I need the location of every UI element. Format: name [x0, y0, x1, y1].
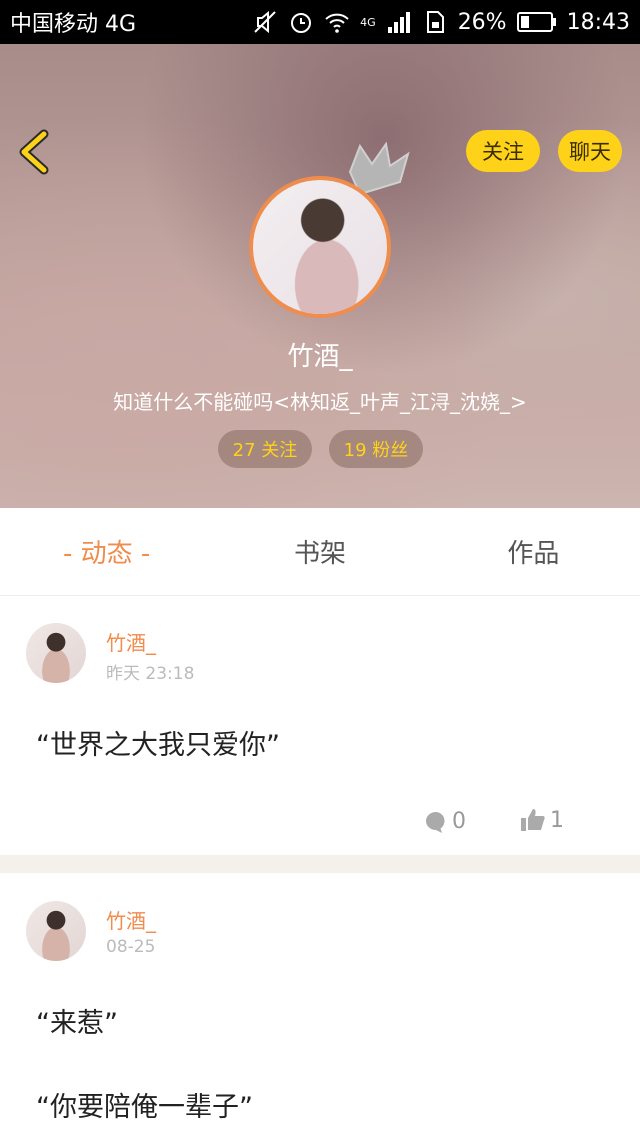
alarm-icon	[291, 13, 312, 33]
mute-icon	[254, 10, 276, 34]
feed-post[interactable]: 竹酒_ 昨天 23:18 “世界之大我只爱你” 0 1	[0, 597, 640, 855]
post-text-line: “你要陪俺一辈子”	[36, 1092, 253, 1123]
status-bar: 中国移动 4G 4G 26% 18:43	[0, 0, 640, 44]
post-text-line: “来惹”	[36, 1008, 118, 1039]
follow-button[interactable]: 关注	[466, 130, 540, 172]
following-count[interactable]: 27 关注	[218, 430, 312, 468]
post-timestamp: 08-25	[106, 937, 156, 957]
carrier-label: 中国移动 4G	[10, 12, 137, 37]
avatar-image	[253, 180, 387, 314]
post-author-avatar[interactable]	[26, 901, 86, 961]
chevron-left-icon	[19, 129, 49, 175]
chat-button[interactable]: 聊天	[558, 130, 622, 172]
back-button[interactable]	[14, 128, 54, 176]
status-icons: 4G 26% 18:43	[252, 9, 630, 35]
profile-tabs: - 动态 - 书架 作品	[0, 508, 640, 596]
network-type-label: 4G	[360, 15, 376, 29]
profile-bio: 知道什么不能碰吗<林知返_叶声_江浔_沈娆_>	[113, 390, 527, 414]
post-author-avatar[interactable]	[26, 623, 86, 683]
clock: 18:43	[566, 9, 630, 35]
wifi-icon	[325, 13, 349, 33]
feed-divider	[0, 855, 640, 873]
fans-count[interactable]: 19 粉丝	[329, 430, 423, 468]
feed-post[interactable]: 竹酒_ 08-25 “来惹” “你要陪俺一辈子”	[0, 873, 640, 1138]
signal-icon	[387, 12, 410, 33]
profile-avatar[interactable]	[249, 176, 391, 318]
tab-activity[interactable]: - 动态 -	[0, 508, 213, 595]
post-timestamp: 昨天 23:18	[106, 664, 195, 684]
comment-button[interactable]: 0	[424, 809, 466, 834]
profile-username: 竹酒_	[287, 342, 353, 372]
comment-icon	[426, 811, 445, 833]
like-count: 1	[550, 807, 564, 833]
post-author-name[interactable]: 竹酒_	[106, 627, 156, 656]
like-button[interactable]: 1	[520, 807, 564, 833]
battery-percent: 26%	[457, 9, 507, 35]
comment-count: 0	[452, 809, 466, 834]
post-author-name[interactable]: 竹酒_	[106, 905, 156, 934]
tab-works[interactable]: 作品	[427, 508, 640, 595]
tab-bookshelf[interactable]: 书架	[213, 508, 426, 595]
profile-header: 关注 聊天 竹酒_ 知道什么不能碰吗<林知返_叶声_江浔_沈娆_> 27 关注 …	[0, 44, 640, 508]
post-text: “世界之大我只爱你”	[36, 730, 280, 761]
battery-icon	[516, 12, 556, 32]
sim-icon	[426, 11, 444, 33]
thumbs-up-icon	[521, 809, 545, 831]
